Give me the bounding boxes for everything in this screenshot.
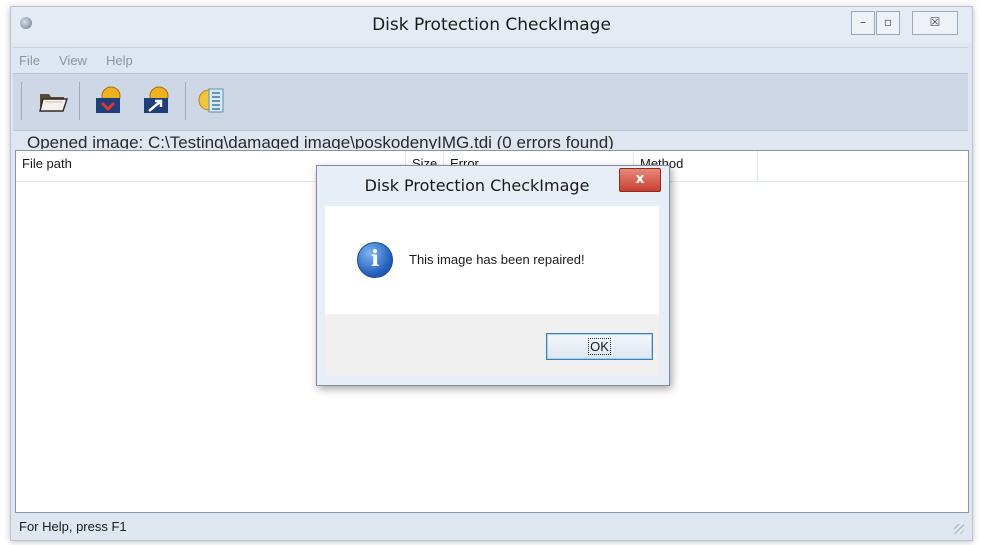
close-button[interactable]: ☒	[912, 11, 958, 35]
information-icon: i	[357, 242, 393, 278]
toolbar-separator	[79, 82, 80, 120]
dialog-footer: OK	[325, 314, 659, 376]
resize-grip[interactable]	[954, 524, 964, 534]
message-dialog: Disk Protection CheckImage x i This imag…	[316, 165, 670, 386]
status-text: For Help, press F1	[19, 519, 127, 534]
toolbar	[13, 73, 968, 131]
ok-button-label: OK	[588, 338, 611, 355]
menu-file[interactable]: File	[19, 53, 40, 68]
ok-button[interactable]: OK	[546, 333, 653, 360]
minimize-button[interactable]: –	[851, 11, 875, 35]
toolbar-separator	[185, 82, 186, 120]
opened-image-text: Opened image: C:\Testing\damaged image\p…	[27, 133, 614, 149]
dialog-title: Disk Protection CheckImage	[364, 176, 590, 195]
status-bar: For Help, press F1	[13, 514, 968, 538]
toolbar-separator	[21, 82, 22, 120]
opened-image-info: Opened image: C:\Testing\damaged image\p…	[13, 131, 968, 149]
window-title: Disk Protection CheckImage	[372, 15, 611, 35]
repair-image-icon[interactable]	[141, 84, 173, 116]
menu-view[interactable]: View	[59, 53, 87, 68]
settings-list-icon[interactable]	[197, 84, 229, 116]
menu-help[interactable]: Help	[106, 53, 133, 68]
dialog-message: This image has been repaired!	[409, 252, 585, 267]
maximize-button[interactable]: ▫	[876, 11, 900, 35]
title-bar[interactable]: Disk Protection CheckImage – ▫ ☒	[11, 7, 972, 43]
menu-bar: File View Help	[13, 47, 968, 72]
dialog-body: i This image has been repaired!	[325, 206, 659, 314]
dialog-close-button[interactable]: x	[619, 168, 661, 192]
open-folder-icon[interactable]	[37, 84, 69, 116]
check-image-icon[interactable]	[93, 84, 125, 116]
